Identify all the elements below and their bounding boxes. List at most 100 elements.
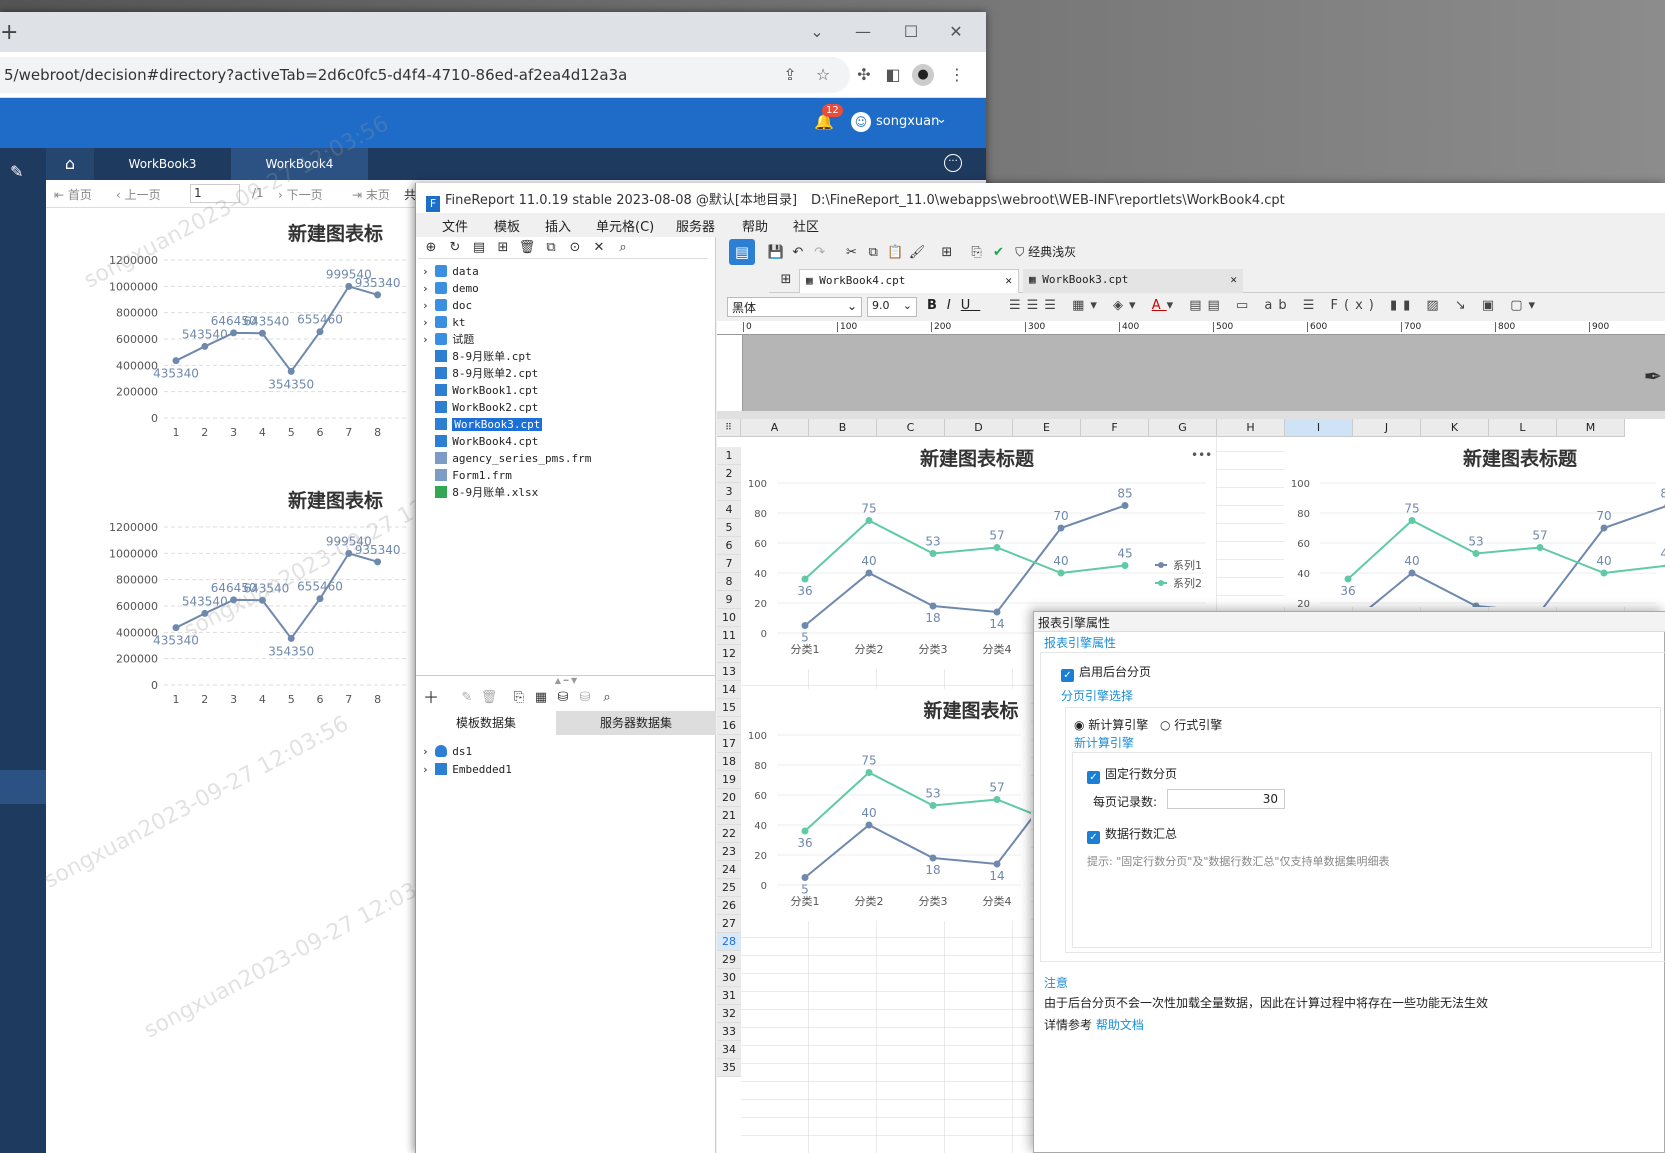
enable-paging-checkbox[interactable]: ✓ 启用后台分页 [1061,663,1151,682]
column-header[interactable]: K [1421,419,1489,437]
tab-server-datasets[interactable]: 服务器数据集 [556,711,716,735]
expand-arrow-icon[interactable] [422,418,435,431]
expand-arrow-icon[interactable]: › [422,299,435,312]
tab-workbook3[interactable]: WorkBook3 [94,148,231,180]
expand-arrow-icon[interactable] [422,452,435,465]
tree-item[interactable]: › kt [422,314,466,332]
edit-icon[interactable]: ✎ [458,689,476,707]
row-header[interactable]: 10 [717,609,741,627]
remove-icon[interactable]: 🗑 [480,689,498,707]
username[interactable]: songxuan [876,114,939,129]
splitter[interactable]: ▲ ━ ▼ [416,675,716,685]
row-header[interactable]: 24 [717,861,741,879]
dataset-item[interactable]: › Embedded1 [422,761,512,779]
column-header[interactable]: F [1081,419,1149,437]
first-page-button[interactable]: ⇤ 首页 [54,186,92,203]
tree-item[interactable]: 8-9月账单.cpt [422,348,532,366]
column-header[interactable]: B [809,419,877,437]
preview-icon[interactable]: ⎘ [510,689,528,707]
row-header[interactable]: 12 [717,645,741,663]
menu-cell[interactable]: 单元格(C) [596,216,654,235]
column-header[interactable]: E [1013,419,1081,437]
tree-item[interactable]: WorkBook1.cpt [422,382,538,400]
params-panel-icon[interactable]: ⊞ [938,244,956,262]
row-header[interactable]: 3 [717,483,741,501]
undo-icon[interactable]: ↶ [789,244,807,262]
row-header[interactable]: 28 [717,933,741,951]
fixed-rows-checkbox[interactable]: ✓ 固定行数分页 [1087,765,1177,784]
column-header[interactable]: D [945,419,1013,437]
tree-item[interactable]: 8-9月账单.xlsx [422,484,538,502]
font-size-select[interactable]: 9.0 ⌄ [867,297,917,317]
params-icon[interactable]: ▦ [532,689,550,707]
delete-icon[interactable]: 🗑 [518,239,536,257]
row-header[interactable]: 26 [717,897,741,915]
align-group[interactable]: ☰☰☰ ▦▾ ◈▾ A▾ ▤▤ ▭ ab ☰ F(x) ▮▮ ▨ ↘ ▣ ▢▾ [1009,298,1541,313]
tree-item[interactable]: WorkBook2.cpt [422,399,538,417]
menu-server[interactable]: 服务器 [676,216,715,235]
home-icon[interactable]: ⌂ [46,148,94,180]
text-style-group[interactable]: BIU [927,298,980,313]
row-header[interactable]: 33 [717,1023,741,1041]
row-header[interactable]: 34 [717,1041,741,1059]
row-header[interactable]: 2 [717,465,741,483]
tree-item[interactable]: WorkBook3.cpt [422,416,543,434]
new-tab-button[interactable]: + [0,20,18,45]
row-header[interactable]: 11 [717,627,741,645]
close-icon[interactable]: ✕ [943,19,969,45]
row-header[interactable]: 16 [717,717,741,735]
radio-new-engine[interactable]: ◉ 新计算引擎 [1074,716,1148,733]
row-header[interactable]: 35 [717,1059,741,1077]
user-avatar-icon[interactable]: ☺ [851,112,871,132]
database-icon[interactable]: ⛁ [554,689,572,707]
profile-icon[interactable]: ● [912,64,934,86]
copy-cell-icon[interactable]: ⧉ [864,244,882,262]
column-header[interactable]: I [1285,419,1353,437]
menu-community[interactable]: 社区 [793,216,819,235]
expand-arrow-icon[interactable] [422,367,435,380]
more-options-icon[interactable]: ··· [944,154,962,172]
tree-item[interactable]: › demo [422,280,479,298]
locate-icon[interactable]: ⊙ [566,239,584,257]
menu-help[interactable]: 帮助 [742,216,768,235]
expand-arrow-icon[interactable] [422,435,435,448]
expand-arrow-icon[interactable] [422,486,435,499]
column-header[interactable]: L [1489,419,1557,437]
open-icon[interactable]: ▤ [470,239,488,257]
check-icon[interactable]: ✔ [989,244,1007,262]
tree-item[interactable]: › doc [422,297,472,315]
font-name-select[interactable]: 黑体 ⌄ [727,297,862,317]
row-header[interactable]: 7 [717,555,741,573]
row-header[interactable]: 27 [717,915,741,933]
user-chevron-icon[interactable]: ⌄ [936,112,947,127]
row-header[interactable]: 8 [717,573,741,591]
theme-button[interactable]: ⛉ 经典浅灰 [1015,245,1076,259]
expand-arrow-icon[interactable] [422,401,435,414]
tree-item[interactable]: agency_series_pms.frm [422,450,591,468]
row-header[interactable]: 23 [717,843,741,861]
help-doc-link[interactable]: 帮助文档 [1096,1018,1144,1032]
minimize-icon[interactable]: — [850,19,876,45]
prev-page-button[interactable]: ‹ 上一页 [116,186,161,203]
row-header[interactable]: 25 [717,879,741,897]
refresh-icon[interactable]: ↻ [446,239,464,257]
summary-checkbox[interactable]: ✓ 数据行数汇总 [1087,825,1177,844]
radio-row-engine[interactable]: ○ 行式引擎 [1160,716,1222,733]
paste-icon[interactable]: 📋 [886,244,904,262]
chevron-down-icon[interactable]: ⌄ [804,19,830,45]
menu-insert[interactable]: 插入 [545,216,571,235]
row-header[interactable]: 21 [717,807,741,825]
tab-workbook4[interactable]: WorkBook4 [231,148,368,180]
tree-item[interactable]: › data [422,263,479,281]
close-tab-icon[interactable]: ✕ [1230,269,1237,291]
column-header[interactable]: G [1149,419,1217,437]
server-db-icon[interactable]: ⛁ [576,689,594,707]
next-page-button[interactable]: › 下一页 [278,186,323,203]
copy-icon[interactable]: ⧉ [542,239,560,257]
column-header[interactable]: C [877,419,945,437]
row-header[interactable]: 31 [717,987,741,1005]
row-header[interactable]: 9 [717,591,741,609]
tab-workbook4-doc[interactable]: ▦ WorkBook4.cpt ✕ [799,269,1019,293]
tree-item[interactable]: WorkBook4.cpt [422,433,538,451]
row-header[interactable]: 14 [717,681,741,699]
